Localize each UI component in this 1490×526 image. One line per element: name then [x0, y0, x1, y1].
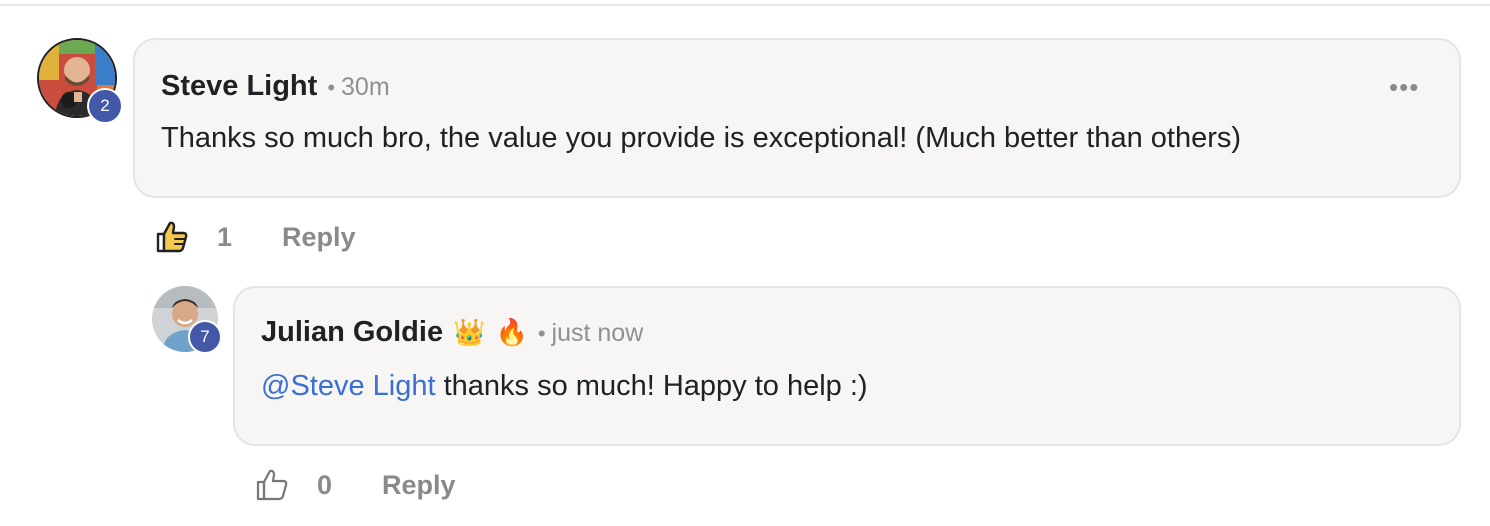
like-button[interactable] [253, 466, 291, 504]
crown-icon: 👑 [453, 318, 486, 348]
more-options-button[interactable]: ••• [1389, 74, 1419, 100]
fire-icon: 🔥 [495, 318, 528, 348]
reply-button[interactable]: Reply [282, 222, 356, 253]
like-count: 1 [217, 221, 233, 252]
author-name[interactable]: Julian Goldie [261, 316, 443, 349]
comment-timestamp[interactable]: just now [552, 319, 644, 348]
like-button[interactable] [153, 218, 191, 256]
more-horizontal-icon: ••• [1389, 72, 1420, 102]
comment-1-meta: Steve Light • 30m [161, 70, 390, 103]
comment-1-avatar-container[interactable]: 2 [37, 38, 127, 128]
comment-body-text: thanks so much! Happy to help :) [435, 370, 868, 402]
level-badge: 7 [188, 320, 222, 354]
comment-body: Thanks so much bro, the value you provid… [161, 122, 1242, 154]
meta-separator: • [327, 75, 336, 100]
comment-1-actions: 1 Reply [153, 218, 356, 256]
comment-2-bubble: Julian Goldie 👑 🔥 • just now @Steve Ligh… [233, 286, 1461, 446]
top-divider [0, 4, 1490, 6]
comment-2-actions: 0 Reply [253, 466, 456, 504]
comment-1-bubble: Steve Light • 30m ••• Thanks so much bro… [133, 38, 1461, 198]
meta-separator: • [537, 321, 546, 346]
like-count: 0 [317, 469, 333, 500]
comment-2-avatar-container[interactable]: 7 [152, 286, 228, 358]
comment-body: @Steve Light thanks so much! Happy to he… [261, 370, 868, 403]
comment-2-meta: Julian Goldie 👑 🔥 • just now [261, 316, 643, 349]
thumbs-up-icon [156, 221, 188, 253]
reply-button[interactable]: Reply [382, 470, 456, 501]
user-mention-link[interactable]: @Steve Light [261, 370, 436, 402]
comment-timestamp[interactable]: 30m [341, 73, 390, 102]
level-badge: 2 [87, 88, 123, 124]
author-name[interactable]: Steve Light [161, 70, 317, 103]
thumbs-up-icon [256, 469, 288, 501]
